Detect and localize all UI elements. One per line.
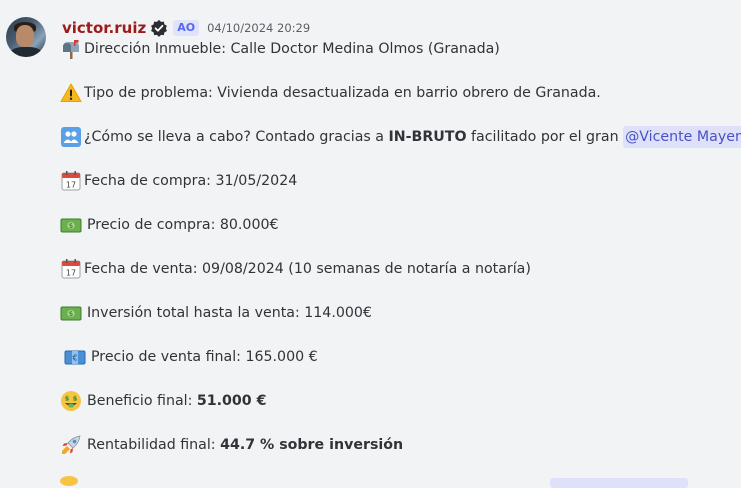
next-line-emoji-partial xyxy=(60,476,78,486)
precio-compra-text: Precio de compra: 80.000€ xyxy=(87,217,279,233)
avatar[interactable] xyxy=(6,17,46,57)
line-como: ¿Cómo se lleva a cabo? Contado gracias a… xyxy=(60,126,741,148)
inversion-text: Inversión total hasta la venta: 114.000€ xyxy=(87,305,372,321)
svg-text:$: $ xyxy=(73,395,78,403)
svg-text:17: 17 xyxy=(66,181,76,190)
fecha-compra-text: Fecha de compra: 31/05/2024 xyxy=(84,173,298,189)
como-text-pre: ¿Cómo se lleva a cabo? Contado gracias a xyxy=(84,129,389,145)
tipo-text: Tipo de problema: Vivienda desactualizad… xyxy=(84,85,601,101)
svg-text:$: $ xyxy=(69,222,73,230)
line-direccion: Dirección Inmueble: Calle Doctor Medina … xyxy=(60,38,741,60)
user-mention[interactable]: @Vicente Mayenco xyxy=(623,126,741,148)
rocket-icon xyxy=(60,434,82,456)
rentabilidad-label: Rentabilidad final: xyxy=(87,437,221,453)
message-header: victor.ruiz AO 04/10/2024 20:29 xyxy=(62,17,310,39)
direccion-text: Dirección Inmueble: Calle Doctor Medina … xyxy=(84,41,500,57)
line-rentabilidad: Rentabilidad final: 44.7 % sobre inversi… xyxy=(60,434,741,456)
mailbox-icon xyxy=(60,38,82,60)
next-line-mention-partial xyxy=(550,478,688,488)
rentabilidad-value: 44.7 % sobre inversión xyxy=(220,437,404,453)
warning-icon xyxy=(60,82,82,104)
calendar-icon: 17 xyxy=(60,170,82,192)
svg-text:€: € xyxy=(72,354,77,363)
euro-banknote-icon: € xyxy=(64,346,86,368)
precio-venta-text: Precio de venta final: 165.000 € xyxy=(91,349,318,365)
svg-text:17: 17 xyxy=(66,269,76,278)
svg-text:$: $ xyxy=(69,310,73,318)
line-fecha-venta: 17 Fecha de venta: 09/08/2024 (10 semana… xyxy=(60,258,741,280)
calendar-icon: 17 xyxy=(60,258,82,280)
svg-text:$: $ xyxy=(65,395,70,403)
server-tag[interactable]: AO xyxy=(173,20,200,36)
como-text-bold: IN-BRUTO xyxy=(388,129,467,145)
username[interactable]: victor.ruiz xyxy=(62,19,146,37)
line-precio-compra: $ Precio de compra: 80.000€ xyxy=(60,214,741,236)
fecha-venta-text: Fecha de venta: 09/08/2024 (10 semanas d… xyxy=(84,261,531,277)
verified-badge-icon xyxy=(151,19,168,37)
line-tipo: Tipo de problema: Vivienda desactualizad… xyxy=(60,82,741,104)
money-mouth-face-icon: $ $ xyxy=(60,390,82,412)
line-fecha-compra: 17 Fecha de compra: 31/05/2024 xyxy=(60,170,741,192)
como-text-post: facilitado por el gran xyxy=(466,129,624,145)
money-icon: $ xyxy=(60,214,82,236)
people-icon xyxy=(60,126,82,148)
line-beneficio: $ $ Beneficio final: 51.000 € xyxy=(60,390,741,412)
money-icon: $ xyxy=(60,302,82,324)
line-precio-venta: € Precio de venta final: 165.000 € xyxy=(60,346,741,368)
timestamp: 04/10/2024 20:29 xyxy=(207,21,311,35)
line-inversion: $ Inversión total hasta la venta: 114.00… xyxy=(60,302,741,324)
beneficio-label: Beneficio final: xyxy=(87,393,197,409)
beneficio-value: 51.000 € xyxy=(196,393,267,409)
